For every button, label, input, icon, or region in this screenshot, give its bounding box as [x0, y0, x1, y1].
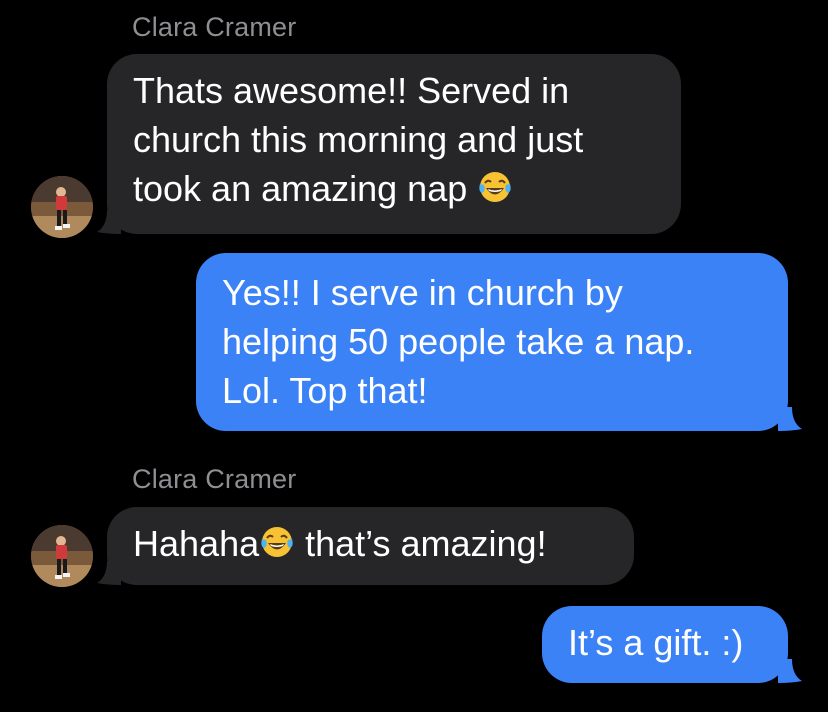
- sender-name: Clara Cramer: [132, 464, 297, 494]
- message-text: It’s a gift. :): [568, 622, 744, 663]
- incoming-bubble-tail: [97, 210, 121, 234]
- tears-of-joy-emoji-icon: [259, 524, 295, 560]
- outgoing-bubble-tail: [778, 407, 802, 431]
- incoming-bubble-tail: [97, 561, 121, 585]
- outgoing-message-bubble[interactable]: It’s a gift. :): [542, 606, 788, 683]
- message-text: Yes!! I serve in church by helping 50 pe…: [222, 272, 695, 411]
- message-text-line: church this morning and just: [133, 119, 584, 160]
- incoming-message-bubble[interactable]: Hahaha that’s amazing!: [107, 507, 634, 585]
- message-text-line: took an amazing nap: [133, 168, 468, 209]
- avatar[interactable]: [31, 525, 93, 587]
- outgoing-message-bubble[interactable]: Yes!! I serve in church by helping 50 pe…: [196, 253, 788, 431]
- message-text: that’s amazing!: [295, 523, 547, 564]
- tears-of-joy-emoji-icon: [477, 169, 513, 205]
- sender-name: Clara Cramer: [132, 12, 297, 42]
- incoming-message-bubble[interactable]: Thats awesome!! Served in church this mo…: [107, 54, 681, 234]
- avatar[interactable]: [31, 176, 93, 238]
- message-text: Hahaha: [133, 523, 260, 564]
- message-text-line: Thats awesome!! Served in: [133, 70, 570, 111]
- outgoing-bubble-tail: [778, 659, 802, 683]
